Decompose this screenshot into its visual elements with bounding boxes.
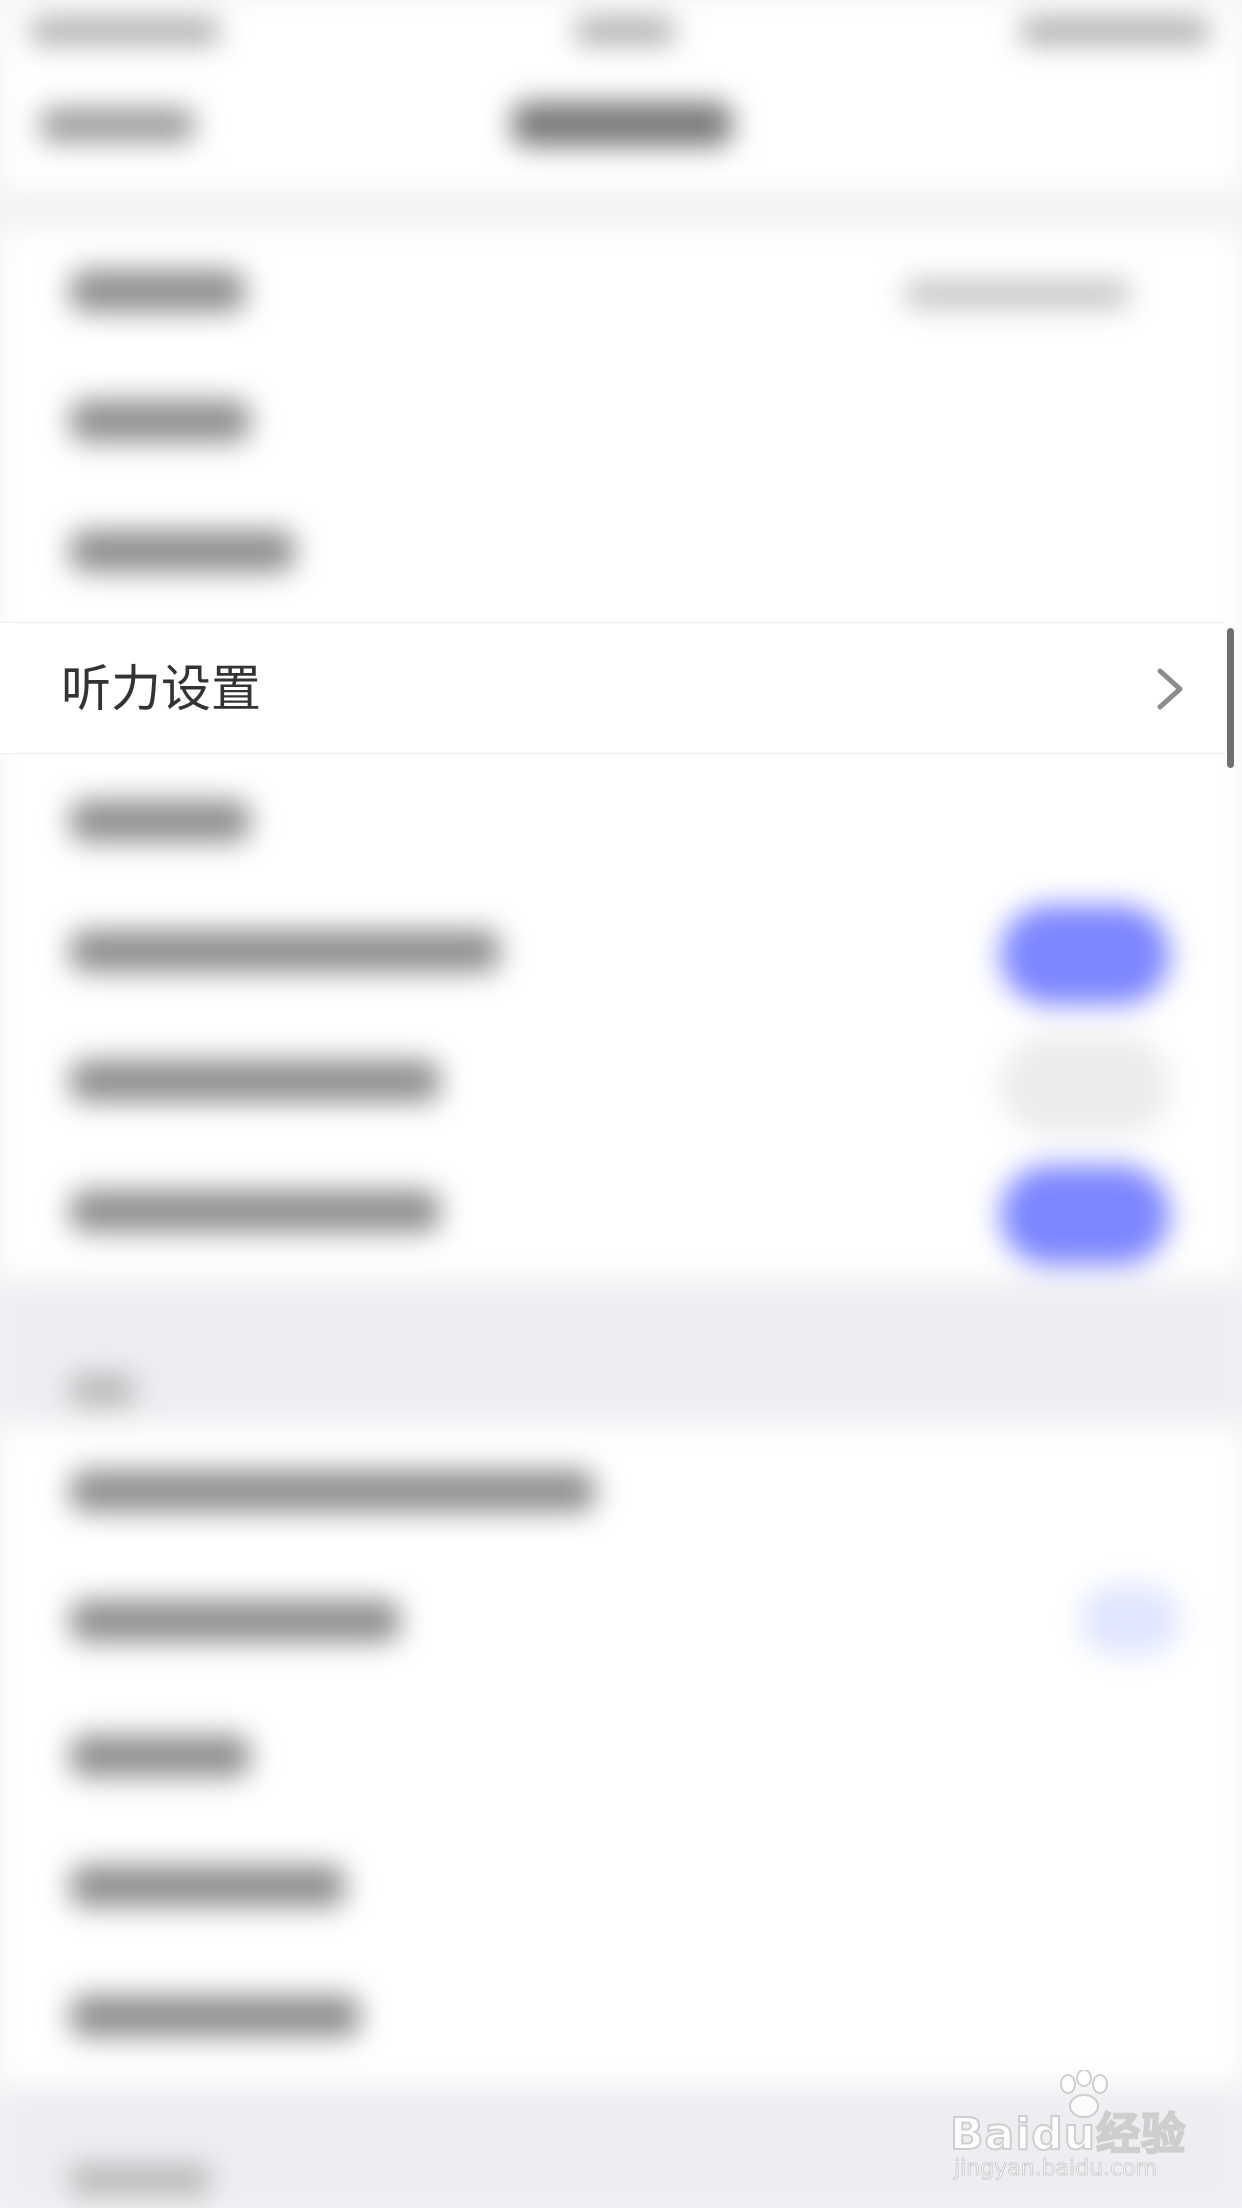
settings-toggle[interactable] xyxy=(1000,905,1170,1005)
settings-row[interactable] xyxy=(70,1600,400,1642)
watermark-url: jingyan.baidu.com xyxy=(953,2156,1158,2182)
status-bar xyxy=(0,0,1242,60)
settings-toggle[interactable] xyxy=(1000,1035,1170,1135)
back-button[interactable] xyxy=(40,108,195,142)
chevron-right-icon xyxy=(1157,668,1183,710)
navigation-bar xyxy=(0,60,1242,190)
settings-group-2 xyxy=(0,1425,1242,2085)
section-header xyxy=(70,1375,135,1405)
settings-toggle[interactable] xyxy=(1000,1165,1170,1265)
settings-row[interactable] xyxy=(70,1735,250,1777)
settings-row[interactable] xyxy=(70,1060,440,1102)
page-title xyxy=(512,102,732,146)
settings-toggle[interactable] xyxy=(1080,1585,1180,1655)
settings-row[interactable] xyxy=(70,530,295,572)
hearing-settings-row[interactable]: 听力设置 xyxy=(0,622,1225,754)
settings-row[interactable] xyxy=(70,1995,360,2037)
section-divider xyxy=(0,1280,1242,1425)
settings-row[interactable] xyxy=(70,1190,440,1232)
settings-group-1 xyxy=(0,230,1242,1280)
baidu-jingyan-watermark: Baidu经验 jingyan.baidu.com xyxy=(949,2070,1190,2190)
watermark-brand: Baidu经验 xyxy=(949,2108,1187,2161)
scrollbar[interactable] xyxy=(1227,628,1234,768)
settings-row[interactable] xyxy=(70,270,245,312)
settings-row[interactable] xyxy=(70,1470,595,1512)
settings-row[interactable] xyxy=(70,1865,345,1907)
blurred-settings-background xyxy=(0,0,1242,2208)
hearing-settings-label: 听力设置 xyxy=(61,660,261,718)
settings-row-value xyxy=(905,280,1130,308)
settings-row[interactable] xyxy=(70,800,250,842)
settings-row[interactable] xyxy=(70,400,250,442)
section-header xyxy=(70,2165,210,2195)
settings-row[interactable] xyxy=(70,930,500,972)
